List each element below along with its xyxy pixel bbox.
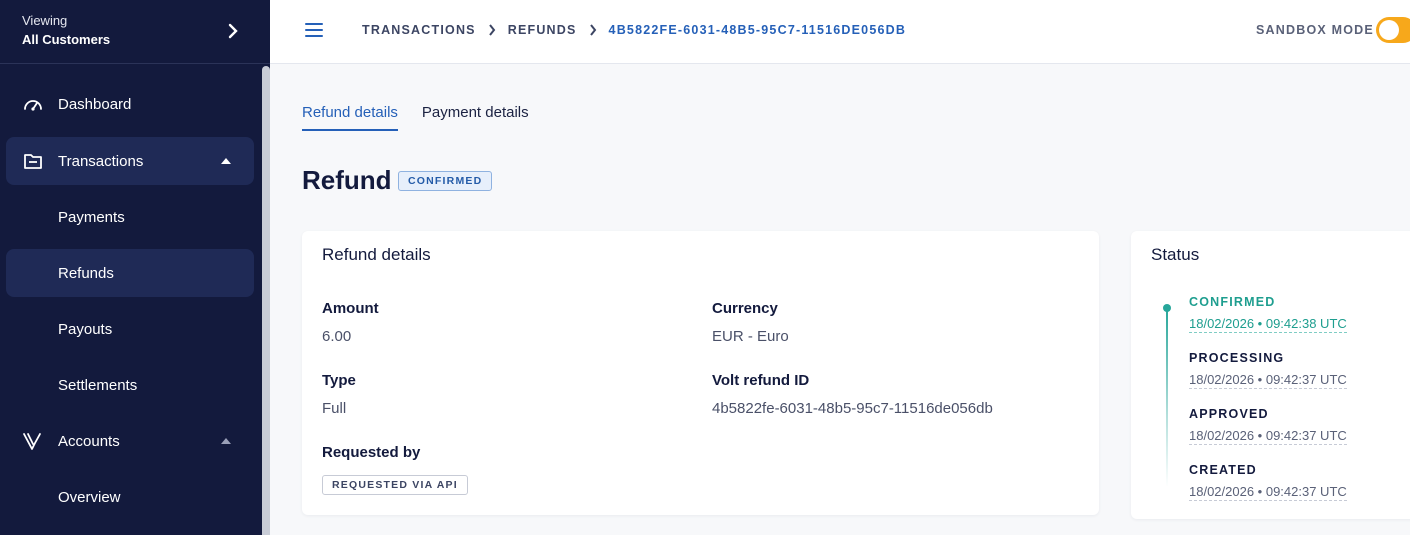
- sandbox-mode-label: SANDBOX MODE: [1256, 23, 1374, 37]
- currency-label: Currency: [712, 300, 778, 317]
- sidebar: Viewing All Customers Dashboard Transact…: [0, 0, 270, 535]
- tabs: Refund details Payment details: [302, 104, 553, 131]
- step-state: PROCESSING: [1189, 351, 1285, 365]
- chevron-right-icon: [488, 24, 495, 36]
- step-state: CONFIRMED: [1189, 295, 1276, 309]
- breadcrumb-current: 4B5822FE-6031-48B5-95C7-11516DE056DB: [608, 23, 907, 37]
- tab-refund-details[interactable]: Refund details: [302, 104, 398, 131]
- breadcrumb: TRANSACTIONS REFUNDS 4B5822FE-6031-48B5-…: [362, 23, 906, 37]
- refund-details-card: Refund details Amount 6.00 Currency EUR …: [302, 231, 1099, 515]
- amount-label: Amount: [322, 300, 379, 317]
- step-timestamp[interactable]: 18/02/2026 • 09:42:37 UTC: [1189, 372, 1347, 389]
- sidebar-item-overview[interactable]: Overview: [6, 473, 254, 521]
- gauge-icon: [24, 100, 42, 111]
- tab-payment-details[interactable]: Payment details: [422, 104, 529, 131]
- sidebar-item-accounts[interactable]: Accounts: [6, 417, 254, 465]
- sidebar-item-settlements[interactable]: Settlements: [6, 361, 254, 409]
- step-state: CREATED: [1189, 463, 1257, 477]
- sidebar-item-label: Dashboard: [58, 95, 132, 113]
- timeline-step-created: CREATED 18/02/2026 • 09:42:37 UTC: [1189, 463, 1347, 501]
- caret-up-icon: [221, 158, 231, 164]
- type-value: Full: [322, 400, 347, 417]
- chevron-right-icon: [228, 23, 238, 39]
- breadcrumb-transactions[interactable]: TRANSACTIONS: [362, 23, 476, 37]
- sidebar-item-label: Refunds: [58, 264, 114, 282]
- breadcrumb-refunds[interactable]: REFUNDS: [508, 23, 577, 37]
- volt-logo-icon: [23, 433, 41, 450]
- requested-by-label: Requested by: [322, 444, 421, 461]
- top-header: TRANSACTIONS REFUNDS 4B5822FE-6031-48B5-…: [270, 0, 1410, 64]
- sidebar-item-payments[interactable]: Payments: [6, 193, 254, 241]
- timeline-step-confirmed: CONFIRMED 18/02/2026 • 09:42:38 UTC: [1189, 295, 1347, 333]
- currency-value: EUR - Euro: [712, 328, 789, 345]
- sidebar-item-label: Settlements: [58, 376, 138, 394]
- caret-up-icon: [221, 438, 231, 444]
- status-badge: CONFIRMED: [398, 171, 493, 191]
- card-title: Status: [1151, 245, 1200, 264]
- chevron-right-icon: [589, 24, 596, 36]
- step-timestamp[interactable]: 18/02/2026 • 09:42:37 UTC: [1189, 484, 1347, 501]
- timeline-dot: [1163, 304, 1171, 312]
- sandbox-mode-toggle[interactable]: [1376, 17, 1410, 43]
- folder-icon: [24, 154, 42, 169]
- sidebar-item-refunds[interactable]: Refunds: [6, 249, 254, 297]
- sidebar-item-label: Payouts: [58, 320, 113, 338]
- step-timestamp[interactable]: 18/02/2026 • 09:42:38 UTC: [1189, 316, 1347, 333]
- refund-id-value: 4b5822fe-6031-48b5-95c7-11516de056db: [712, 400, 993, 417]
- sidebar-item-label: Accounts: [58, 432, 120, 450]
- refund-id-label: Volt refund ID: [712, 372, 810, 389]
- amount-value: 6.00: [322, 328, 352, 345]
- type-label: Type: [322, 372, 356, 389]
- timeline-line: [1166, 307, 1168, 487]
- sidebar-item-transactions[interactable]: Transactions: [6, 137, 254, 185]
- step-state: APPROVED: [1189, 407, 1269, 421]
- sidebar-item-payouts[interactable]: Payouts: [6, 305, 254, 353]
- menu-icon[interactable]: [305, 22, 323, 38]
- timeline-step-processing: PROCESSING 18/02/2026 • 09:42:37 UTC: [1189, 351, 1347, 389]
- sidebar-item-label: Overview: [58, 488, 121, 506]
- status-card: Status CONFIRMED 18/02/2026 • 09:42:38 U…: [1131, 231, 1410, 519]
- sidebar-item-label: Transactions: [58, 152, 144, 170]
- sidebar-scrollbar[interactable]: [262, 66, 270, 535]
- requested-by-tag: REQUESTED VIA API: [322, 475, 468, 495]
- sidebar-item-dashboard[interactable]: Dashboard: [6, 80, 254, 128]
- toggle-knob: [1379, 20, 1399, 40]
- sidebar-item-label: Payments: [58, 208, 125, 226]
- card-title: Refund details: [322, 245, 431, 264]
- page-title: Refund: [302, 165, 392, 195]
- customer-switcher[interactable]: Viewing All Customers: [0, 0, 270, 64]
- step-timestamp[interactable]: 18/02/2026 • 09:42:37 UTC: [1189, 428, 1347, 445]
- timeline-step-approved: APPROVED 18/02/2026 • 09:42:37 UTC: [1189, 407, 1347, 445]
